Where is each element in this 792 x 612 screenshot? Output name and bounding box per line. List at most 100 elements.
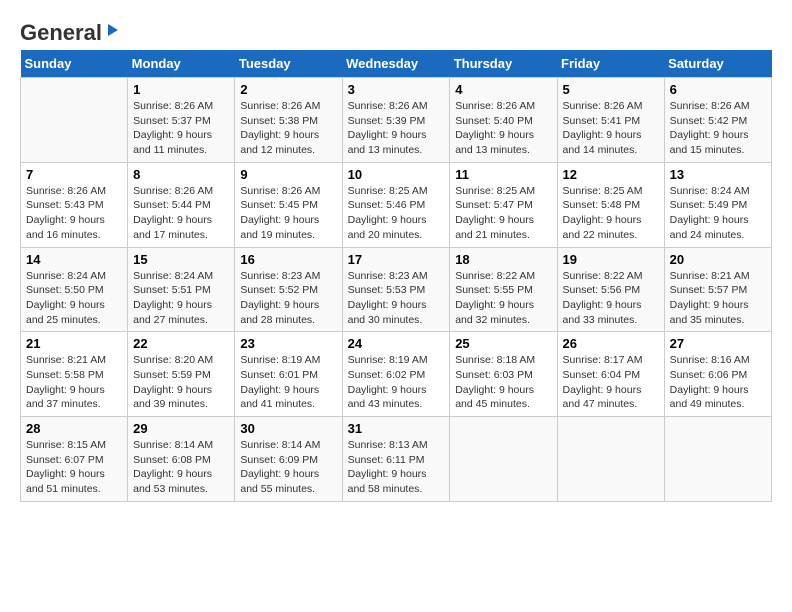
day-info: Sunrise: 8:25 AMSunset: 5:47 PMDaylight:… [455,184,551,243]
day-info: Sunrise: 8:25 AMSunset: 5:46 PMDaylight:… [348,184,445,243]
day-info: Sunrise: 8:24 AMSunset: 5:50 PMDaylight:… [26,269,122,328]
calendar-cell: 22 Sunrise: 8:20 AMSunset: 5:59 PMDayligh… [128,332,235,417]
day-number: 8 [133,167,229,182]
header-wednesday: Wednesday [342,50,450,78]
calendar-cell: 19 Sunrise: 8:22 AMSunset: 5:56 PMDayligh… [557,247,664,332]
day-info: Sunrise: 8:26 AMSunset: 5:37 PMDaylight:… [133,99,229,158]
day-number: 13 [670,167,766,182]
day-info: Sunrise: 8:26 AMSunset: 5:44 PMDaylight:… [133,184,229,243]
calendar-cell: 23 Sunrise: 8:19 AMSunset: 6:01 PMDayligh… [235,332,342,417]
calendar-cell: 11 Sunrise: 8:25 AMSunset: 5:47 PMDayligh… [450,162,557,247]
day-info: Sunrise: 8:21 AMSunset: 5:57 PMDaylight:… [670,269,766,328]
calendar-cell: 12 Sunrise: 8:25 AMSunset: 5:48 PMDayligh… [557,162,664,247]
calendar-cell: 5 Sunrise: 8:26 AMSunset: 5:41 PMDaylight… [557,78,664,163]
calendar-cell: 26Sunrise: 8:17 AMSunset: 6:04 PMDayligh… [557,332,664,417]
day-number: 27 [670,336,766,351]
calendar-cell: 16Sunrise: 8:23 AMSunset: 5:52 PMDayligh… [235,247,342,332]
calendar-cell: 2 Sunrise: 8:26 AMSunset: 5:38 PMDaylight… [235,78,342,163]
day-number: 6 [670,82,766,97]
calendar-week-row: 21 Sunrise: 8:21 AMSunset: 5:58 PMDayligh… [21,332,772,417]
day-info: Sunrise: 8:25 AMSunset: 5:48 PMDaylight:… [563,184,659,243]
day-info: Sunrise: 8:15 AMSunset: 6:07 PMDaylight:… [26,438,122,497]
day-info: Sunrise: 8:24 AMSunset: 5:51 PMDaylight:… [133,269,229,328]
calendar-cell: 24 Sunrise: 8:19 AMSunset: 6:02 PMDayligh… [342,332,450,417]
calendar-cell [664,417,771,502]
day-info: Sunrise: 8:22 AMSunset: 5:55 PMDaylight:… [455,269,551,328]
day-number: 30 [240,421,336,436]
calendar-cell: 17 Sunrise: 8:23 AMSunset: 5:53 PMDayligh… [342,247,450,332]
calendar-cell: 18 Sunrise: 8:22 AMSunset: 5:55 PMDayligh… [450,247,557,332]
day-number: 31 [348,421,445,436]
day-info: Sunrise: 8:23 AMSunset: 5:53 PMDaylight:… [348,269,445,328]
calendar-week-row: 14Sunrise: 8:24 AMSunset: 5:50 PMDayligh… [21,247,772,332]
calendar-cell: 1 Sunrise: 8:26 AMSunset: 5:37 PMDaylight… [128,78,235,163]
header-saturday: Saturday [664,50,771,78]
day-number: 29 [133,421,229,436]
calendar-cell: 31 Sunrise: 8:13 AMSunset: 6:11 PMDayligh… [342,417,450,502]
day-number: 24 [348,336,445,351]
calendar-week-row: 7Sunrise: 8:26 AMSunset: 5:43 PMDaylight… [21,162,772,247]
calendar-header-row: SundayMondayTuesdayWednesdayThursdayFrid… [21,50,772,78]
day-info: Sunrise: 8:24 AMSunset: 5:49 PMDaylight:… [670,184,766,243]
day-number: 18 [455,252,551,267]
day-info: Sunrise: 8:26 AMSunset: 5:40 PMDaylight:… [455,99,551,158]
calendar-cell: 7Sunrise: 8:26 AMSunset: 5:43 PMDaylight… [21,162,128,247]
calendar-cell: 3 Sunrise: 8:26 AMSunset: 5:39 PMDaylight… [342,78,450,163]
calendar-cell: 10 Sunrise: 8:25 AMSunset: 5:46 PMDayligh… [342,162,450,247]
calendar-cell: 30 Sunrise: 8:14 AMSunset: 6:09 PMDayligh… [235,417,342,502]
page-header: General [20,20,772,40]
day-number: 2 [240,82,336,97]
day-number: 21 [26,336,122,351]
day-info: Sunrise: 8:14 AMSunset: 6:08 PMDaylight:… [133,438,229,497]
day-info: Sunrise: 8:26 AMSunset: 5:41 PMDaylight:… [563,99,659,158]
day-number: 20 [670,252,766,267]
calendar-cell: 21 Sunrise: 8:21 AMSunset: 5:58 PMDayligh… [21,332,128,417]
calendar-cell [450,417,557,502]
day-info: Sunrise: 8:19 AMSunset: 6:02 PMDaylight:… [348,353,445,412]
calendar-cell: 25Sunrise: 8:18 AMSunset: 6:03 PMDayligh… [450,332,557,417]
day-number: 4 [455,82,551,97]
day-info: Sunrise: 8:21 AMSunset: 5:58 PMDaylight:… [26,353,122,412]
day-info: Sunrise: 8:26 AMSunset: 5:43 PMDaylight:… [26,184,122,243]
day-number: 12 [563,167,659,182]
calendar-cell: 15Sunrise: 8:24 AMSunset: 5:51 PMDayligh… [128,247,235,332]
day-info: Sunrise: 8:26 AMSunset: 5:38 PMDaylight:… [240,99,336,158]
day-number: 10 [348,167,445,182]
calendar-week-row: 28 Sunrise: 8:15 AMSunset: 6:07 PMDayligh… [21,417,772,502]
day-number: 22 [133,336,229,351]
day-number: 17 [348,252,445,267]
logo-arrow-icon [104,22,120,43]
day-info: Sunrise: 8:19 AMSunset: 6:01 PMDaylight:… [240,353,336,412]
calendar-cell: 6Sunrise: 8:26 AMSunset: 5:42 PMDaylight… [664,78,771,163]
day-number: 25 [455,336,551,351]
header-thursday: Thursday [450,50,557,78]
calendar-cell: 14Sunrise: 8:24 AMSunset: 5:50 PMDayligh… [21,247,128,332]
day-number: 3 [348,82,445,97]
header-tuesday: Tuesday [235,50,342,78]
day-number: 9 [240,167,336,182]
day-info: Sunrise: 8:26 AMSunset: 5:45 PMDaylight:… [240,184,336,243]
calendar-cell: 27 Sunrise: 8:16 AMSunset: 6:06 PMDayligh… [664,332,771,417]
calendar-table: SundayMondayTuesdayWednesdayThursdayFrid… [20,50,772,502]
calendar-cell: 13 Sunrise: 8:24 AMSunset: 5:49 PMDayligh… [664,162,771,247]
day-info: Sunrise: 8:13 AMSunset: 6:11 PMDaylight:… [348,438,445,497]
day-number: 19 [563,252,659,267]
day-info: Sunrise: 8:16 AMSunset: 6:06 PMDaylight:… [670,353,766,412]
day-number: 5 [563,82,659,97]
day-info: Sunrise: 8:23 AMSunset: 5:52 PMDaylight:… [240,269,336,328]
day-info: Sunrise: 8:22 AMSunset: 5:56 PMDaylight:… [563,269,659,328]
calendar-cell: 8 Sunrise: 8:26 AMSunset: 5:44 PMDaylight… [128,162,235,247]
day-info: Sunrise: 8:26 AMSunset: 5:39 PMDaylight:… [348,99,445,158]
day-number: 23 [240,336,336,351]
header-friday: Friday [557,50,664,78]
day-number: 11 [455,167,551,182]
day-number: 28 [26,421,122,436]
calendar-cell [557,417,664,502]
day-info: Sunrise: 8:20 AMSunset: 5:59 PMDaylight:… [133,353,229,412]
day-number: 1 [133,82,229,97]
calendar-cell: 29 Sunrise: 8:14 AMSunset: 6:08 PMDayligh… [128,417,235,502]
day-info: Sunrise: 8:14 AMSunset: 6:09 PMDaylight:… [240,438,336,497]
calendar-cell: 9 Sunrise: 8:26 AMSunset: 5:45 PMDaylight… [235,162,342,247]
logo: General [20,20,120,40]
header-sunday: Sunday [21,50,128,78]
